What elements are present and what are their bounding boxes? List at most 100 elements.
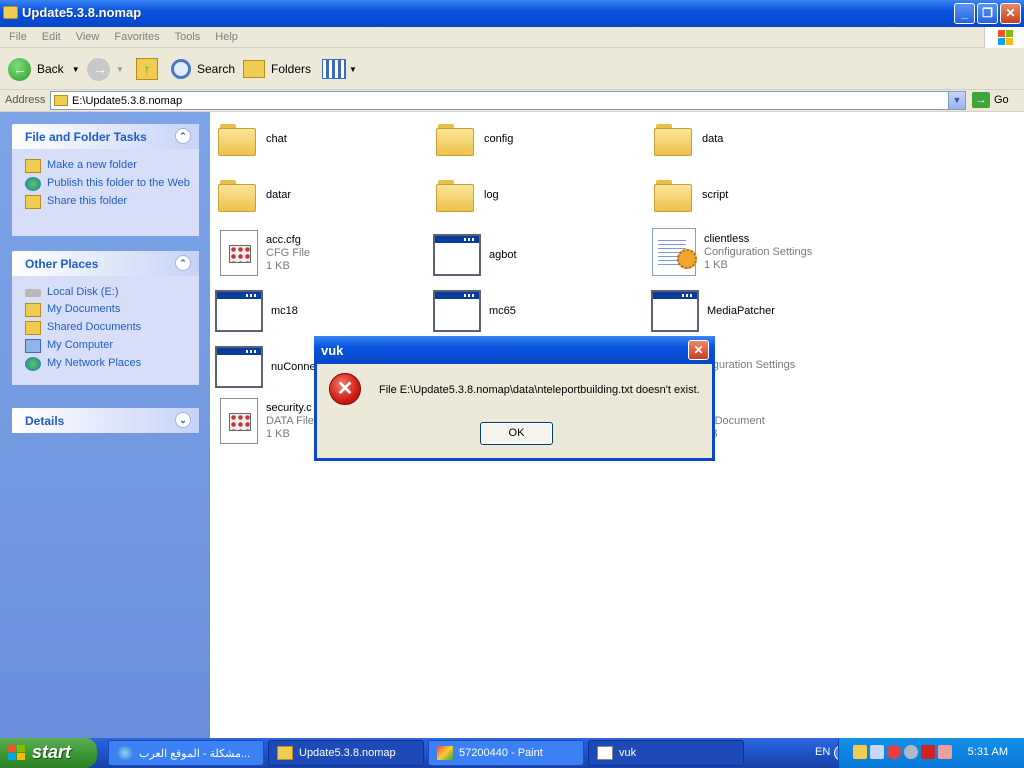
search-label: Search xyxy=(197,62,236,76)
menu-help[interactable]: Help xyxy=(206,27,244,43)
app-window-icon xyxy=(597,746,613,760)
paint-icon xyxy=(437,746,453,760)
shared-documents-link[interactable]: Shared Documents xyxy=(12,319,199,337)
menu-file[interactable]: File xyxy=(0,27,33,43)
file-item[interactable]: mc18 xyxy=(215,290,298,332)
folder-icon xyxy=(277,746,293,760)
menu-view[interactable]: View xyxy=(67,27,106,43)
up-folder-button[interactable]: ↑ xyxy=(136,56,158,82)
local-disk-link[interactable]: Local Disk (E:) xyxy=(12,284,199,301)
tray-antivirus-icon[interactable] xyxy=(921,745,935,759)
file-item[interactable]: datar xyxy=(218,178,291,212)
file-name: data xyxy=(702,132,724,145)
folders-button[interactable]: Folders xyxy=(243,56,311,82)
task-label: مشكلة - الموقع العرب... xyxy=(139,747,251,760)
cfg-file-icon xyxy=(220,230,258,276)
expand-icon[interactable]: ⌄ xyxy=(175,412,191,428)
share-folder-link[interactable]: Share this folder xyxy=(12,193,199,211)
menu-favorites[interactable]: Favorites xyxy=(105,27,165,43)
application-icon xyxy=(215,290,263,332)
tray-mail-icon[interactable] xyxy=(853,745,867,759)
menu-edit[interactable]: Edit xyxy=(33,27,67,43)
toolbar: ← Back ▼ → ▼ ↑ Search Folders ▼ xyxy=(0,48,1024,90)
tray-security-icon[interactable] xyxy=(887,745,901,759)
link-label: Make a new folder xyxy=(47,159,137,171)
file-folder-tasks-header[interactable]: File and Folder Tasks ⌃ xyxy=(12,124,199,149)
application-icon xyxy=(215,346,263,388)
go-button[interactable]: → Go xyxy=(972,92,1009,108)
file-item[interactable]: mc65 xyxy=(433,290,516,332)
taskbar-item-vuk[interactable]: vuk xyxy=(588,740,744,766)
menu-bar: File Edit View Favorites Tools Help xyxy=(0,27,1024,48)
link-label: My Documents xyxy=(47,303,121,315)
other-places-panel: Other Places ⌃ Local Disk (E:) My Docume… xyxy=(12,251,199,385)
make-new-folder-link[interactable]: Make a new folder xyxy=(12,157,199,175)
file-item[interactable]: clientless Configuration Settings 1 KB xyxy=(652,228,812,276)
file-item[interactable]: log xyxy=(436,178,499,212)
collapse-icon[interactable]: ⌃ xyxy=(175,128,191,144)
clock[interactable]: 5:31 AM xyxy=(968,746,1008,758)
address-value: E:\Update5.3.8.nomap xyxy=(72,95,183,107)
search-icon xyxy=(171,59,191,79)
tray-network-icon[interactable] xyxy=(870,745,884,759)
back-dropdown-icon[interactable]: ▼ xyxy=(72,65,80,74)
file-name: clientless xyxy=(704,232,750,245)
taskbar-item-browser[interactable]: مشكلة - الموقع العرب... xyxy=(108,740,264,766)
folder-icon xyxy=(218,122,258,156)
taskbar-item-paint[interactable]: 57200440 - Paint xyxy=(428,740,584,766)
file-size: 1 KB xyxy=(266,259,290,272)
forward-dropdown-icon[interactable]: ▼ xyxy=(116,65,124,74)
file-item[interactable]: agbot xyxy=(433,234,517,276)
file-item[interactable]: script xyxy=(654,178,728,212)
file-item[interactable]: security.c DATA File 1 KB xyxy=(220,398,314,444)
publish-folder-link[interactable]: Publish this folder to the Web xyxy=(12,175,199,193)
my-documents-link[interactable]: My Documents xyxy=(12,301,199,319)
error-dialog: vuk ✕ ✕ File E:\Update5.3.8.nomap\data\n… xyxy=(314,336,715,461)
forward-button[interactable]: → ▼ xyxy=(87,56,124,82)
task-label: 57200440 - Paint xyxy=(459,747,543,759)
start-button[interactable]: start xyxy=(0,738,97,768)
file-folder-tasks-panel: File and Folder Tasks ⌃ Make a new folde… xyxy=(12,124,199,236)
collapse-icon[interactable]: ⌃ xyxy=(175,255,191,271)
computer-icon xyxy=(25,339,41,353)
menu-tools[interactable]: Tools xyxy=(166,27,207,43)
title-bar[interactable]: Update5.3.8.nomap _ ❐ ✕ xyxy=(0,0,1024,27)
file-item[interactable]: data xyxy=(654,122,723,156)
address-input[interactable]: E:\Update5.3.8.nomap ▼ xyxy=(50,91,966,110)
globe-icon xyxy=(25,177,41,191)
tray-volume-icon[interactable] xyxy=(938,745,952,759)
address-dropdown-icon[interactable]: ▼ xyxy=(948,92,965,109)
search-button[interactable]: Search xyxy=(171,56,235,82)
language-indicator[interactable]: EN xyxy=(815,746,830,758)
ok-button[interactable]: OK xyxy=(480,422,553,445)
folder-icon xyxy=(654,178,694,212)
windows-logo-icon xyxy=(984,27,1024,48)
back-button[interactable]: ← Back ▼ xyxy=(8,56,80,82)
task-pane: File and Folder Tasks ⌃ Make a new folde… xyxy=(0,112,210,738)
share-folder-icon xyxy=(25,195,41,209)
folders-label: Folders xyxy=(271,62,312,76)
panel-title: Details xyxy=(25,414,65,428)
tray-update-icon[interactable] xyxy=(904,745,918,759)
file-type: DATA File xyxy=(266,414,314,427)
other-places-header[interactable]: Other Places ⌃ xyxy=(12,251,199,276)
file-item[interactable]: config xyxy=(436,122,513,156)
file-item[interactable]: acc.cfg CFG File 1 KB xyxy=(220,230,310,276)
my-network-places-link[interactable]: My Network Places xyxy=(12,355,199,373)
file-item[interactable]: MediaPatcher xyxy=(651,290,775,332)
my-computer-link[interactable]: My Computer xyxy=(12,337,199,355)
close-button[interactable]: ✕ xyxy=(1000,3,1021,24)
file-name: security.c xyxy=(266,401,312,414)
my-documents-icon xyxy=(25,303,41,317)
file-item[interactable]: nuConnec xyxy=(215,346,321,388)
minimize-button[interactable]: _ xyxy=(954,3,975,24)
views-button[interactable]: ▼ xyxy=(322,56,357,82)
taskbar-item-explorer[interactable]: Update5.3.8.nomap xyxy=(268,740,424,766)
dialog-title-bar[interactable]: vuk xyxy=(314,336,715,364)
details-header[interactable]: Details ⌄ xyxy=(12,408,199,433)
file-item[interactable]: chat xyxy=(218,122,287,156)
dialog-close-button[interactable]: ✕ xyxy=(688,340,709,360)
restore-button[interactable]: ❐ xyxy=(977,3,998,24)
file-name: MediaPatcher xyxy=(707,304,775,317)
views-dropdown-icon: ▼ xyxy=(349,64,357,74)
